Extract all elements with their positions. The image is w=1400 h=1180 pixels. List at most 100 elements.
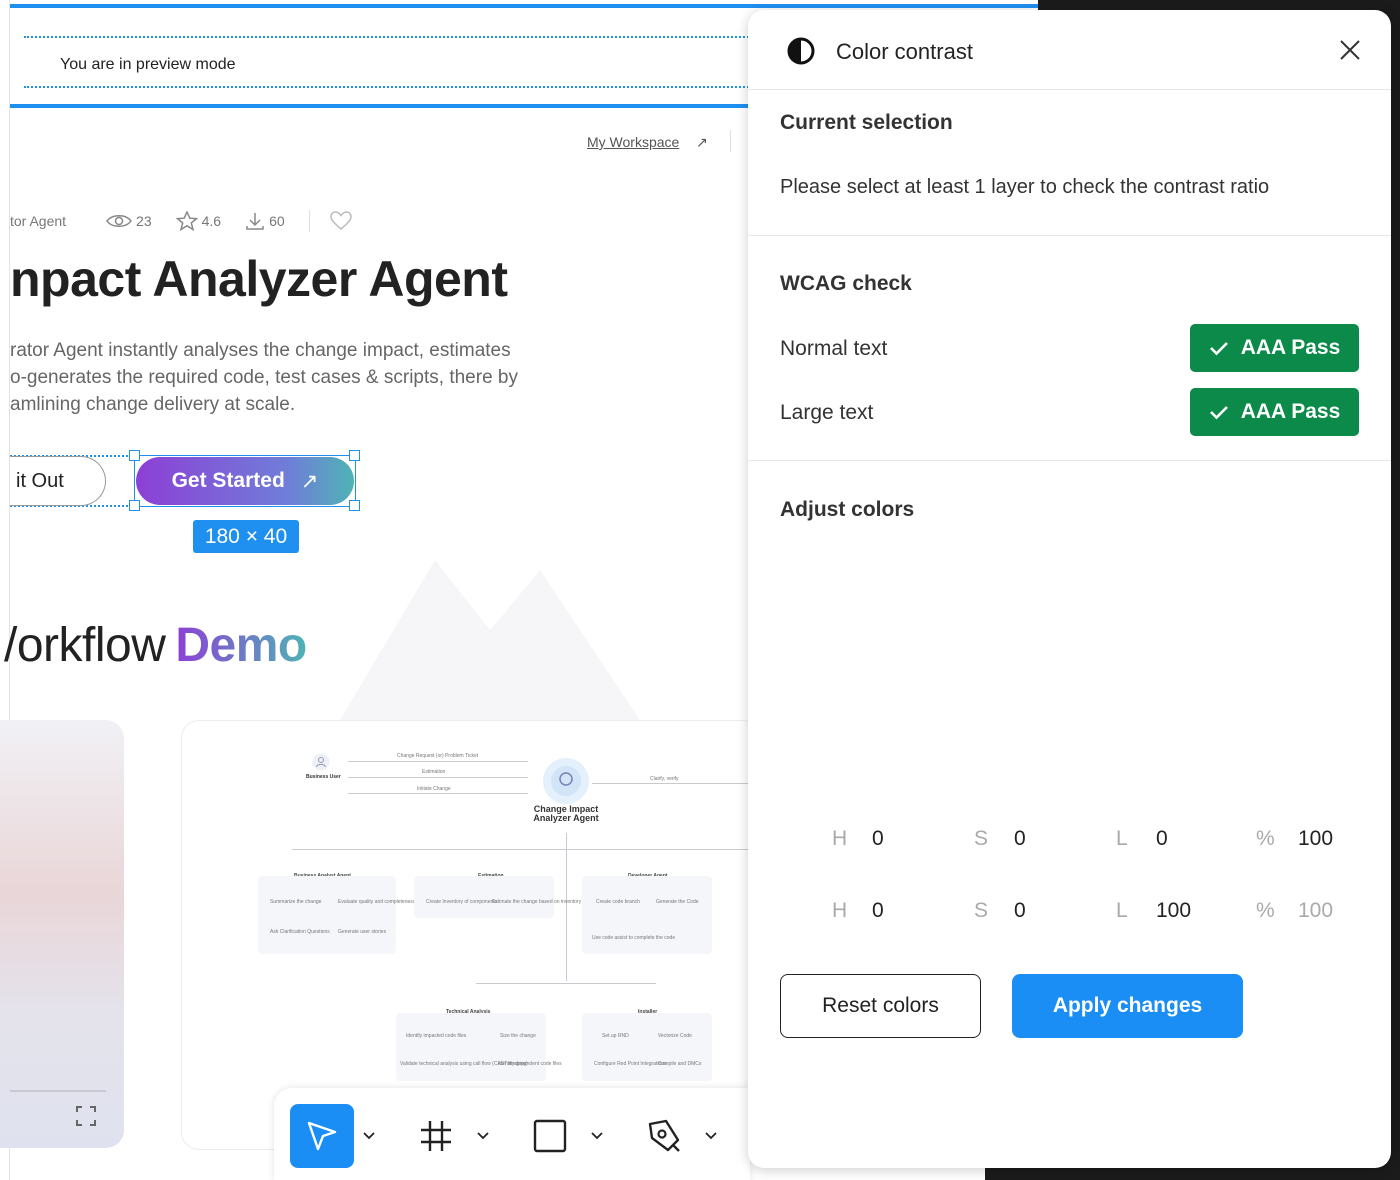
- get-started-button[interactable]: Get Started ↗: [136, 457, 354, 505]
- current-selection-heading: Current selection: [780, 111, 953, 134]
- fullscreen-icon[interactable]: [76, 1106, 96, 1126]
- diagram-arrow: [348, 793, 528, 794]
- video-preview-card[interactable]: [0, 720, 124, 1148]
- pen-icon: [648, 1119, 680, 1152]
- estimation-box: [414, 876, 554, 918]
- frame-tool-group: [404, 1104, 494, 1168]
- diagram-connector: [292, 849, 760, 850]
- foreground-saturation-input[interactable]: 0: [1014, 827, 1026, 851]
- background-hue-input[interactable]: 0: [872, 899, 884, 923]
- ba-agent-box: [258, 876, 396, 954]
- views-stat: 23: [106, 213, 152, 229]
- my-workspace-link[interactable]: My Workspace: [587, 134, 679, 150]
- download-icon: [246, 213, 264, 230]
- developer-item: Use code assist to complete the code: [592, 935, 676, 941]
- rectangle-icon: [533, 1119, 567, 1153]
- technical-item: Identify impacted code files: [406, 1033, 467, 1039]
- frame-tool-dropdown[interactable]: [472, 1132, 494, 1140]
- agent-description-line: o-generates the required code, test case…: [10, 367, 518, 388]
- chevron-down-icon: [591, 1132, 603, 1140]
- diagram-connector: [476, 983, 656, 984]
- adjust-colors-heading: Adjust colors: [780, 498, 915, 521]
- contrast-icon: [787, 37, 815, 65]
- eye-icon: [106, 215, 132, 227]
- move-tool-button[interactable]: [290, 1104, 354, 1168]
- diagram-message: Clarify, verify: [650, 776, 679, 782]
- background-hsl-row: H 0 S 0 L 100 % 100: [748, 899, 1391, 929]
- agent-brain-icon: [543, 758, 589, 804]
- checkmark-icon: [1209, 406, 1228, 420]
- workspace-divider: [730, 130, 731, 152]
- workflow-heading-accent: Demo: [175, 619, 307, 672]
- pen-tool-dropdown[interactable]: [700, 1132, 722, 1140]
- frame-selection-top-edge: [10, 4, 1038, 8]
- try-it-out-button[interactable]: it Out: [10, 456, 106, 506]
- chevron-down-icon: [705, 1132, 717, 1140]
- section-divider: [748, 460, 1391, 461]
- cursor-arrow-icon: [307, 1121, 337, 1151]
- section-divider: [748, 235, 1391, 236]
- diagram-arrow: [348, 761, 528, 762]
- developer-item: Generate the Code: [656, 899, 699, 905]
- hue-label: H: [832, 899, 848, 922]
- downloads-stat: 60: [245, 211, 285, 231]
- estimation-item: Create Inventory of components: [426, 899, 498, 905]
- agent-node-title: Change Impact Analyzer Agent: [533, 804, 599, 823]
- business-user-label: Business User: [306, 774, 341, 780]
- lightness-label: L: [1116, 827, 1128, 850]
- hue-label: H: [832, 827, 848, 850]
- background-lightness-input[interactable]: 100: [1156, 899, 1191, 923]
- external-link-icon: ↗: [696, 134, 708, 150]
- selection-hint-text: Please select at least 1 layer to check …: [780, 176, 1270, 198]
- pen-tool-button[interactable]: [632, 1104, 696, 1168]
- foreground-hue-input[interactable]: 0: [872, 827, 884, 851]
- preview-banner: You are in preview mode: [10, 10, 756, 108]
- background-saturation-input[interactable]: 0: [1014, 899, 1026, 923]
- rectangle-tool-button[interactable]: [518, 1104, 582, 1168]
- downloads-count: 60: [269, 213, 285, 229]
- agent-meta-row: tor Agent 23 4.6 60: [10, 210, 352, 232]
- technical-item: Size the change: [500, 1033, 536, 1039]
- apply-changes-button[interactable]: Apply changes: [1012, 974, 1243, 1038]
- pen-tool-group: [632, 1104, 722, 1168]
- large-text-label: Large text: [780, 401, 874, 424]
- workflow-diagram-card[interactable]: Business User Change Request (or) Proble…: [181, 720, 761, 1150]
- diagram-message: Initiate Change: [417, 786, 451, 792]
- developer-agent-box: [582, 876, 712, 954]
- normal-text-pass-badge: AAA Pass: [1190, 324, 1359, 372]
- heart-icon[interactable]: [329, 211, 352, 231]
- installer-item: Configure Red Point Integrations: [594, 1061, 667, 1067]
- background-mountain-shape: [340, 560, 640, 720]
- technical-item: Identify dependent code files: [498, 1061, 562, 1067]
- resize-handle-top-right[interactable]: [349, 450, 360, 461]
- foreground-lightness-input[interactable]: 0: [1156, 827, 1168, 851]
- arrow-up-right-icon: ↗: [300, 469, 319, 493]
- resize-handle-top-left[interactable]: [129, 450, 140, 461]
- diagram-arrow: [348, 777, 528, 778]
- resize-handle-bottom-right[interactable]: [349, 500, 360, 511]
- agent-description: rator Agent instantly analyses the chang…: [10, 337, 610, 418]
- background-opacity-input[interactable]: 100: [1298, 899, 1333, 923]
- installer-item: Vectorize Code: [658, 1033, 692, 1039]
- resize-handle-bottom-left[interactable]: [129, 500, 140, 511]
- move-tool-dropdown[interactable]: [358, 1132, 380, 1140]
- move-tool-group: [290, 1104, 380, 1168]
- chevron-down-icon: [477, 1132, 489, 1140]
- large-text-result: AAA Pass: [1240, 400, 1341, 423]
- rating-value: 4.6: [201, 213, 222, 229]
- frame-tool-button[interactable]: [404, 1104, 468, 1168]
- rectangle-tool-dropdown[interactable]: [586, 1132, 608, 1140]
- user-icon: [312, 753, 330, 771]
- reset-colors-button[interactable]: Reset colors: [780, 974, 981, 1038]
- foreground-opacity-input[interactable]: 100: [1298, 827, 1333, 851]
- agent-title: npact Analyzer Agent: [10, 251, 508, 307]
- video-progress-bar[interactable]: [10, 1090, 106, 1092]
- saturation-label: S: [974, 899, 989, 922]
- meta-divider: [308, 210, 310, 232]
- rating-stat: 4.6: [175, 211, 222, 231]
- get-started-label: Get Started: [171, 469, 285, 492]
- frame-hash-icon: [421, 1121, 451, 1151]
- foreground-hsl-row: H 0 S 0 L 0 % 100: [748, 827, 1391, 857]
- close-button[interactable]: [1336, 36, 1364, 64]
- chevron-down-icon: [363, 1132, 375, 1140]
